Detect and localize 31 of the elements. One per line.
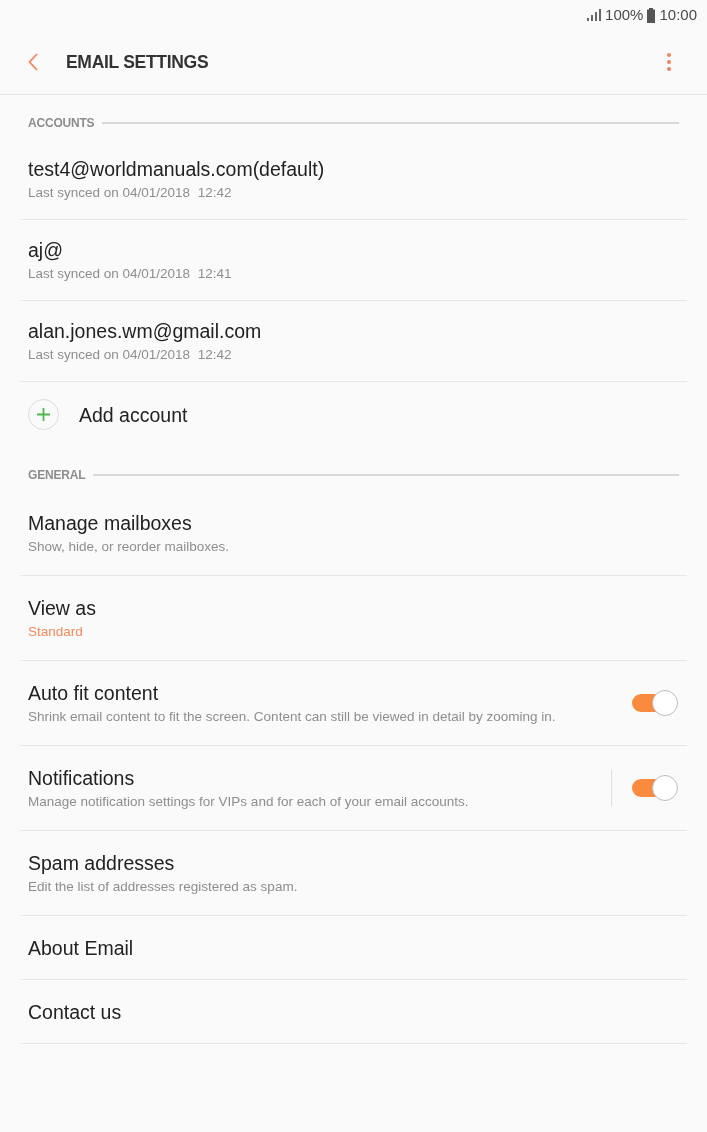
battery-percentage: 100%: [605, 6, 644, 24]
setting-description: Manage notification settings for VIPs and for each of your email accounts.: [28, 793, 470, 811]
setting-description: Shrink email content to fit the screen. Content can still be viewed in detail by zooming in.: [28, 708, 557, 726]
sync-status: Last synced on 04/01/2018 12:41: [28, 265, 233, 283]
setting-value: Standard: [28, 623, 84, 641]
page-title: EMAIL SETTINGS: [66, 51, 209, 74]
section-header: GENERAL: [28, 467, 86, 483]
setting-description: Edit the list of addresses registered as spam.: [28, 878, 299, 896]
setting-title: Notifications: [28, 766, 136, 791]
account-email: aj@: [28, 238, 64, 263]
setting-title: View as: [28, 596, 97, 621]
account-email: test4@worldmanuals.com(default): [28, 157, 326, 182]
setting-description: Show, hide, or reorder mailboxes.: [28, 538, 231, 556]
back-icon: [28, 53, 38, 71]
add-account-button[interactable]: Add account: [28, 399, 188, 430]
setting-title: Manage mailboxes: [28, 511, 193, 536]
setting-title: Spam addresses: [28, 851, 176, 876]
more-options-icon: [667, 53, 671, 71]
sync-status: Last synced on 04/01/2018 12:42: [28, 346, 233, 364]
toggle-switch[interactable]: [632, 775, 678, 801]
setting-title: Contact us: [28, 999, 123, 1025]
clock-time: 10:00: [659, 6, 697, 24]
section-header: ACCOUNTS: [28, 115, 95, 131]
sync-status: Last synced on 04/01/2018 12:42: [28, 184, 233, 202]
account-email: alan.jones.wm@gmail.com: [28, 319, 263, 344]
battery-icon: [647, 7, 656, 23]
toggle-switch[interactable]: [632, 690, 678, 716]
setting-title: Auto fit content: [28, 681, 160, 706]
plus-icon: [28, 399, 59, 430]
signal-icon: [587, 9, 602, 21]
setting-title: About Email: [28, 935, 135, 961]
